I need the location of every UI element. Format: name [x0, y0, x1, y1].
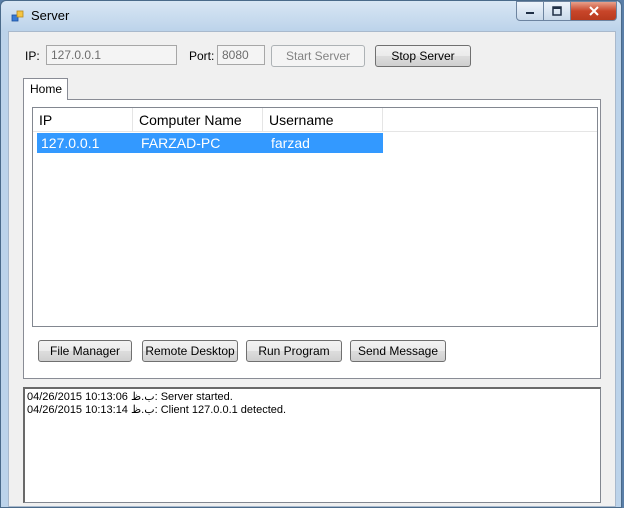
client-username: farzad: [271, 135, 310, 151]
clients-list-header: IP Computer Name Username: [33, 108, 597, 132]
file-manager-button[interactable]: File Manager: [38, 340, 132, 362]
start-server-button[interactable]: Start Server: [271, 45, 365, 67]
maximize-button[interactable]: [544, 1, 571, 21]
run-program-button[interactable]: Run Program: [246, 340, 342, 362]
maximize-icon: [552, 6, 562, 16]
log-line: 04/26/2015 10:13:14 ب.ظ: Client 127.0.0.…: [27, 404, 287, 416]
minimize-icon: [526, 12, 534, 14]
send-message-button[interactable]: Send Message: [350, 340, 446, 362]
log-line: 04/26/2015 10:13:06 ب.ظ: Server started.: [27, 391, 233, 403]
ip-label: IP:: [25, 49, 40, 63]
close-icon: [588, 6, 599, 16]
client-row[interactable]: 127.0.0.1 FARZAD-PC farzad: [37, 133, 383, 153]
clients-list[interactable]: IP Computer Name Username 127.0.0.1 FARZ…: [32, 107, 598, 327]
client-area: IP: Port: Start Server Stop Server Home …: [8, 31, 616, 507]
column-header-username[interactable]: Username: [263, 108, 383, 132]
server-window: Server IP: Port: S: [0, 0, 622, 508]
port-label: Port:: [189, 49, 215, 63]
port-field[interactable]: [217, 45, 265, 65]
minimize-button[interactable]: [516, 1, 544, 21]
column-header-ip[interactable]: IP: [33, 108, 133, 132]
title-bar[interactable]: Server: [1, 1, 621, 31]
stop-server-button[interactable]: Stop Server: [375, 45, 471, 67]
app-window-icon: [11, 10, 24, 22]
caption-buttons: [516, 1, 617, 21]
tab-home[interactable]: Home: [23, 78, 68, 100]
client-ip: 127.0.0.1: [41, 135, 100, 151]
home-tab-panel: IP Computer Name Username 127.0.0.1 FARZ…: [23, 99, 601, 379]
column-header-computer-name[interactable]: Computer Name: [133, 108, 263, 132]
log-textbox[interactable]: 04/26/2015 10:13:06 ب.ظ: Server started.…: [23, 387, 601, 503]
window-title: Server: [31, 8, 70, 23]
ip-field[interactable]: [46, 45, 177, 65]
client-computer-name: FARZAD-PC: [141, 135, 221, 151]
close-button[interactable]: [571, 1, 617, 21]
remote-desktop-button[interactable]: Remote Desktop: [142, 340, 238, 362]
